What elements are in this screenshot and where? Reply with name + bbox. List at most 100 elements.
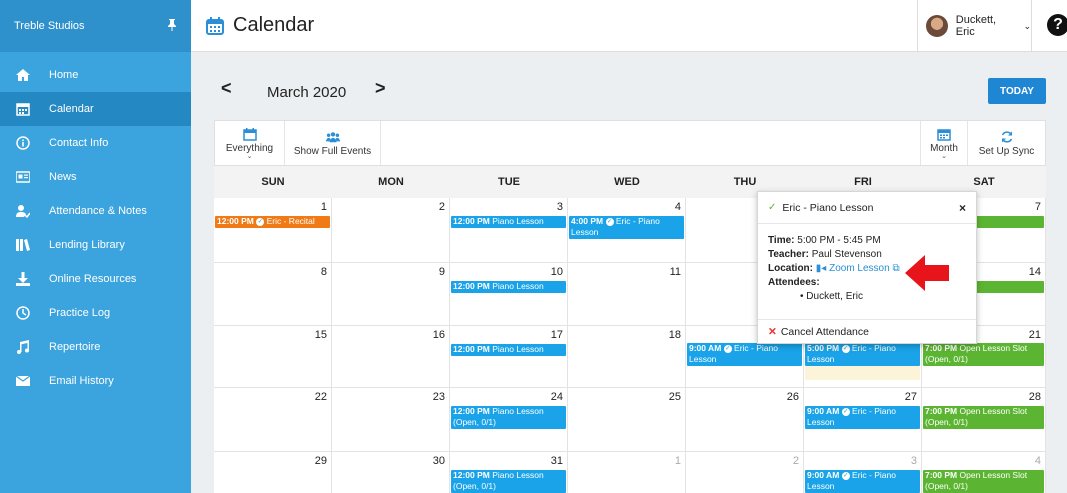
sidebar-item-practice-log[interactable]: Practice Log: [0, 296, 191, 330]
calendar-event[interactable]: 7:00 PM Open Lesson Slot (Open, 0/1): [923, 406, 1044, 429]
calendar-event[interactable]: 9:00 AM ✓ Eric - Piano Lesson: [805, 406, 920, 429]
calendar-day-cell[interactable]: 10 12:00 PM Piano Lesson: [450, 263, 568, 326]
calendar-event[interactable]: 12:00 PM Piano Lesson (Open, 0/1): [451, 470, 566, 493]
check-icon: ✓: [768, 202, 777, 213]
sync-icon: [1000, 130, 1014, 146]
calendar-day-cell[interactable]: 17 12:00 PM Piano Lesson: [450, 326, 568, 388]
calendar-day-cell[interactable]: 25: [568, 388, 686, 452]
sidebar-item-email-history[interactable]: Email History: [0, 364, 191, 398]
calendar-day-cell[interactable]: 1 12:00 PM ✓ Eric - Recital: [214, 198, 332, 263]
pin-icon[interactable]: [167, 18, 177, 34]
calendar-day-cell[interactable]: 2: [686, 452, 804, 493]
calendar-event[interactable]: 5:00 PM ✓ Eric - Piano Lesson: [805, 343, 920, 366]
calendar-day-cell[interactable]: 18: [568, 326, 686, 388]
users-icon: [325, 130, 340, 146]
calendar-icon: [16, 102, 30, 116]
day-number: 11: [669, 266, 681, 278]
calendar-day-cell[interactable]: 4 4:00 PM ✓ Eric - Piano Lesson: [568, 198, 686, 263]
calendar-event[interactable]: 12:00 PM Piano Lesson: [451, 216, 566, 228]
sidebar-item-contact-info[interactable]: Contact Info: [0, 126, 191, 160]
calendar-day-cell[interactable]: 8: [214, 263, 332, 326]
calendar-day-cell[interactable]: 28 7:00 PM Open Lesson Slot (Open, 0/1): [922, 388, 1046, 452]
close-icon[interactable]: ×: [959, 201, 966, 215]
event-time: 12:00 PM: [453, 281, 490, 291]
calendar-event[interactable]: 7:00 PM Open Lesson Slot (Open, 0/1): [923, 343, 1044, 366]
sidebar-item-label: News: [49, 171, 77, 183]
calendar-day-cell[interactable]: 3 9:00 AM ✓ Eric - Piano Lesson: [804, 452, 922, 493]
calendar-day-cell[interactable]: 22: [214, 388, 332, 452]
sidebar-item-lending-library[interactable]: Lending Library: [0, 228, 191, 262]
attendee-name: Duckett, Eric: [806, 291, 863, 302]
calendar-event[interactable]: 12:00 PM Piano Lesson: [451, 281, 566, 293]
day-header-sun: SUN: [214, 166, 332, 198]
clock-icon: [16, 306, 30, 320]
calendar-day-cell[interactable]: 15: [214, 326, 332, 388]
sidebar-item-label: Home: [49, 69, 79, 81]
day-header-tue: TUE: [450, 166, 568, 198]
calendar-day-cell[interactable]: 16: [332, 326, 450, 388]
calendar-day-cell[interactable]: 3 12:00 PM Piano Lesson: [450, 198, 568, 263]
event-time: 12:00 PM: [453, 344, 490, 354]
video-camera-icon: ▮◂: [815, 263, 827, 274]
calendar-day-cell[interactable]: 23: [332, 388, 450, 452]
user-menu[interactable]: Duckett, Eric ⌄: [917, 0, 1032, 52]
calendar-day-cell[interactable]: 1: [568, 452, 686, 493]
day-header-wed: WED: [568, 166, 686, 198]
sidebar-item-attendance-notes[interactable]: Attendance & Notes: [0, 194, 191, 228]
set-up-sync-button[interactable]: Set Up Sync: [967, 121, 1045, 165]
calendar-day-cell[interactable]: 26: [686, 388, 804, 452]
show-full-events-button[interactable]: Show Full Events: [285, 121, 381, 165]
org-name: Treble Studios: [14, 20, 85, 32]
check-circle-icon: ✓: [723, 344, 732, 353]
calendar-filter-icon: [242, 127, 257, 143]
event-time: 5:00 PM: [807, 343, 840, 353]
zoom-lesson-link[interactable]: ▮◂ Zoom Lesson ⧉: [816, 263, 900, 274]
show-full-events-label: Show Full Events: [293, 145, 372, 157]
day-number: 31: [550, 455, 563, 467]
day-number: 14: [1028, 266, 1041, 278]
today-button[interactable]: TODAY: [988, 78, 1046, 104]
sidebar-item-repertoire[interactable]: Repertoire: [0, 330, 191, 364]
calendar-day-cell[interactable]: 27 9:00 AM ✓ Eric - Piano Lesson: [804, 388, 922, 452]
chevron-down-icon: ⌄: [246, 152, 253, 160]
calendar-event[interactable]: 12:00 PM Piano Lesson (Open, 0/1): [451, 406, 566, 429]
day-number: 10: [550, 266, 563, 278]
sidebar-item-calendar[interactable]: Calendar: [0, 92, 191, 126]
calendar-day-cell[interactable]: 11: [568, 263, 686, 326]
sidebar-item-home[interactable]: Home: [0, 58, 191, 92]
calendar-event[interactable]: 9:00 AM ✓ Eric - Piano Lesson: [805, 470, 920, 493]
calendar-day-cell[interactable]: 29: [214, 452, 332, 493]
prev-month-button[interactable]: <: [221, 78, 232, 99]
everything-filter[interactable]: Everything ⌄: [215, 121, 285, 165]
day-number: 17: [550, 329, 563, 341]
calendar-event[interactable]: 12:00 PM ✓ Eric - Recital: [215, 216, 330, 228]
day-number: 2: [438, 201, 445, 213]
cancel-attendance-button[interactable]: ✕ Cancel Attendance: [758, 319, 976, 343]
next-month-button[interactable]: >: [375, 78, 386, 99]
time-label: Time:: [768, 235, 795, 246]
calendar-event[interactable]: 12:00 PM Piano Lesson: [451, 344, 566, 356]
calendar-day-cell[interactable]: 2: [332, 198, 450, 263]
home-icon: [16, 68, 30, 82]
month-label: March 2020: [267, 84, 347, 101]
sidebar-item-online-resources[interactable]: Online Resources: [0, 262, 191, 296]
calendar-day-cell[interactable]: 9: [332, 263, 450, 326]
month-view-selector[interactable]: Month ⌄: [920, 121, 967, 165]
calendar-day-cell[interactable]: 30: [332, 452, 450, 493]
attendance-icon: [16, 204, 30, 218]
sidebar-item-label: Practice Log: [49, 307, 111, 319]
calendar-day-cell[interactable]: 4 7:00 PM Open Lesson Slot (Open, 0/1): [922, 452, 1046, 493]
day-number: 30: [432, 455, 445, 467]
help-icon[interactable]: ?: [1047, 14, 1067, 36]
calendar-event[interactable]: 7:00 PM Open Lesson Slot (Open, 0/1): [923, 470, 1044, 493]
calendar-event[interactable]: 9:00 AM ✓ Eric - Piano Lesson: [687, 343, 802, 366]
mail-icon: [16, 374, 30, 388]
sidebar-header: Treble Studios: [0, 0, 191, 52]
calendar-day-cell[interactable]: 31 12:00 PM Piano Lesson (Open, 0/1): [450, 452, 568, 493]
sidebar-item-news[interactable]: News: [0, 160, 191, 194]
day-number: 15: [314, 329, 327, 341]
calendar-day-cell[interactable]: 24 12:00 PM Piano Lesson (Open, 0/1): [450, 388, 568, 452]
time-value: 5:00 PM - 5:45 PM: [797, 235, 881, 246]
calendar-event[interactable]: 4:00 PM ✓ Eric - Piano Lesson: [569, 216, 684, 239]
sidebar-item-label: Contact Info: [49, 137, 109, 149]
